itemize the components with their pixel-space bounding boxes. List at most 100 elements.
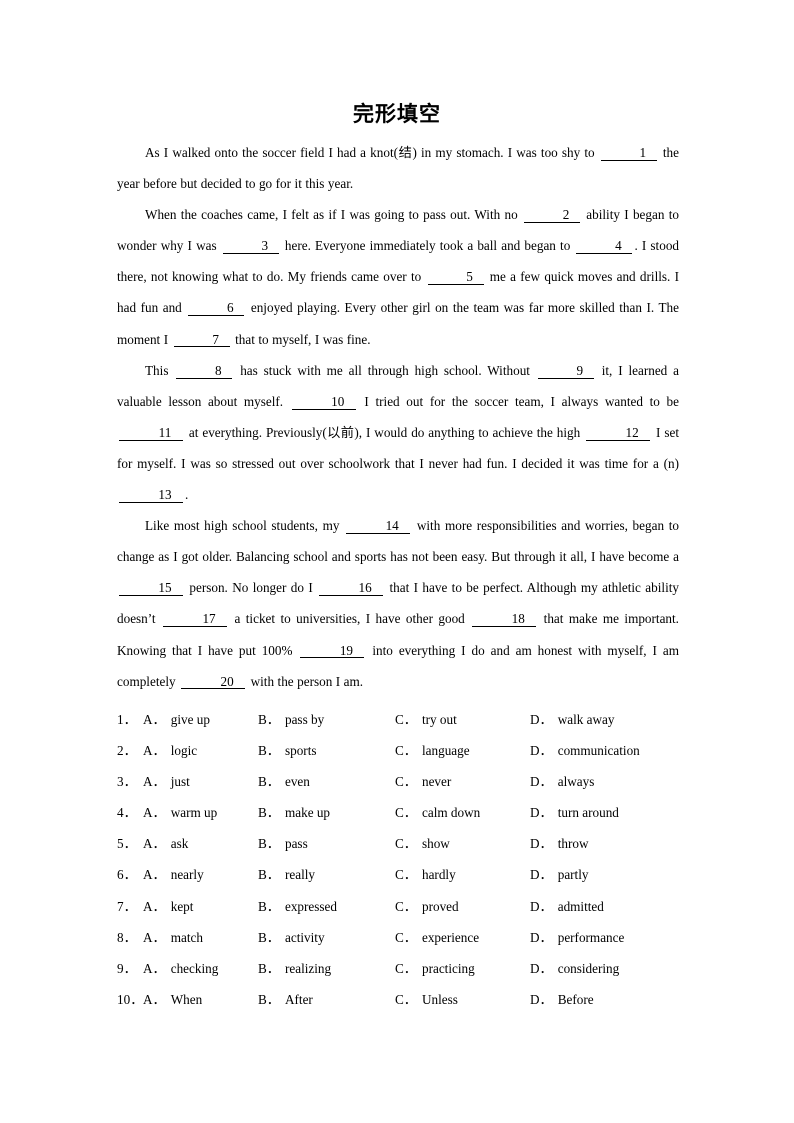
answer-blank[interactable]: 19 <box>300 643 365 659</box>
answer-blank[interactable]: 16 <box>319 581 384 597</box>
answer-blank[interactable]: 18 <box>472 612 537 628</box>
answer-choice[interactable]: A． checking <box>143 953 218 984</box>
answer-choice[interactable]: C． calm down <box>395 797 480 828</box>
answer-blank[interactable]: 10 <box>291 394 356 410</box>
answer-choice[interactable]: C． experience <box>395 922 479 953</box>
answer-blank[interactable]: 8 <box>176 363 233 379</box>
passage-text: Like most high school students, my <box>145 518 345 534</box>
answer-choice[interactable]: A． match <box>143 922 203 953</box>
choice-text: considering <box>557 960 620 976</box>
answer-choice[interactable]: B． make up <box>258 797 330 828</box>
choice-letter: D． <box>530 712 553 727</box>
answer-choice[interactable]: A． When <box>143 984 202 1015</box>
answer-choice[interactable]: D． Before <box>530 984 594 1015</box>
answer-choice[interactable]: A． warm up <box>143 797 217 828</box>
answer-blank[interactable]: 4 <box>576 239 633 255</box>
answer-choice[interactable]: D． admitted <box>530 891 604 922</box>
answer-choice[interactable]: C． Unless <box>395 984 458 1015</box>
answer-choice[interactable]: B． even <box>258 766 310 797</box>
answer-choice[interactable]: A． logic <box>143 735 197 766</box>
choice-text: calm down <box>421 805 481 821</box>
choice-letter: A． <box>143 805 166 821</box>
answer-choice[interactable]: D． partly <box>530 859 588 890</box>
answer-choice[interactable]: C． never <box>395 766 451 797</box>
answer-choice[interactable]: B． pass <box>258 828 308 859</box>
answer-blank[interactable]: 6 <box>188 301 245 317</box>
answer-blank[interactable]: 3 <box>222 239 279 255</box>
choice-text: try out <box>421 712 457 727</box>
question-number: 4． <box>117 805 137 821</box>
answer-choice[interactable]: A． just <box>143 766 190 797</box>
answer-choice[interactable]: A． nearly <box>143 859 204 890</box>
choice-letter: D． <box>530 743 553 759</box>
passage-text: has stuck with me all through high schoo… <box>234 362 536 378</box>
answer-blank[interactable]: 2 <box>523 208 580 224</box>
question-number: 8． <box>117 929 137 945</box>
answer-choice[interactable]: B． After <box>258 984 313 1015</box>
answer-blank[interactable]: 12 <box>586 425 651 441</box>
choice-text: Unless <box>421 991 458 1007</box>
answer-choice[interactable]: A． give up <box>143 704 210 735</box>
passage-text: I tried out for the soccer team, I alway… <box>357 393 679 409</box>
choice-text: activity <box>284 929 325 945</box>
answer-choice[interactable]: C． show <box>395 828 450 859</box>
answer-choice[interactable]: D． turn around <box>530 797 619 828</box>
choice-text: pass by <box>284 712 325 727</box>
answer-blank[interactable]: 20 <box>181 674 246 690</box>
answer-blank[interactable]: 1 <box>600 146 657 161</box>
choice-text: always <box>557 774 595 790</box>
choice-letter: C． <box>395 774 417 790</box>
page-title: 完形填空 <box>353 101 441 126</box>
question-row: 3． A． just B． even C． never D． always <box>117 766 697 797</box>
choice-text: give up <box>170 712 210 727</box>
choice-letter: C． <box>395 836 417 852</box>
answer-choice[interactable]: D． considering <box>530 953 619 984</box>
answer-choice[interactable]: B． pass by <box>258 704 324 735</box>
choice-letter: A． <box>143 712 166 727</box>
answer-choice[interactable]: C． language <box>395 735 470 766</box>
answer-choice[interactable]: B． realizing <box>258 953 331 984</box>
choice-letter: C． <box>395 867 417 883</box>
question-number: 2． <box>117 743 137 759</box>
answer-choice[interactable]: B． really <box>258 859 315 890</box>
answer-choice[interactable]: C． hardly <box>395 859 456 890</box>
answer-choice[interactable]: D． always <box>530 766 594 797</box>
answer-choice[interactable]: C． proved <box>395 891 459 922</box>
passage-paragraph: Like most high school students, my 14 wi… <box>117 510 679 697</box>
answer-choice[interactable]: B． sports <box>258 735 317 766</box>
answer-choice[interactable]: B． activity <box>258 922 325 953</box>
answer-choice[interactable]: A． ask <box>143 828 188 859</box>
passage-text: This <box>145 362 175 378</box>
answer-choice[interactable]: A． kept <box>143 891 193 922</box>
answer-choice[interactable]: D． walk away <box>530 704 614 735</box>
choice-text: show <box>421 836 450 852</box>
choice-text: nearly <box>170 867 204 883</box>
choice-letter: B． <box>258 929 280 945</box>
answer-blank[interactable]: 7 <box>173 332 230 348</box>
answer-choice[interactable]: D． throw <box>530 828 589 859</box>
choice-text: just <box>170 774 190 790</box>
choice-text: language <box>421 743 470 759</box>
answer-choice[interactable]: C． try out <box>395 704 457 735</box>
choice-letter: A． <box>143 929 166 945</box>
answer-blank[interactable]: 14 <box>346 519 411 534</box>
answer-choice[interactable]: D． performance <box>530 922 624 953</box>
answer-blank[interactable]: 15 <box>119 581 183 597</box>
answer-choice[interactable]: D． communication <box>530 735 640 766</box>
answer-blank[interactable]: 17 <box>163 612 228 628</box>
answer-choice[interactable]: C． practicing <box>395 953 475 984</box>
choice-text: proved <box>421 898 459 914</box>
choice-text: warm up <box>170 805 218 821</box>
choice-letter: B． <box>258 898 280 914</box>
answer-blank[interactable]: 13 <box>119 488 183 503</box>
answer-blank[interactable]: 5 <box>427 270 484 286</box>
passage-text: a ticket to universities, I have other g… <box>229 611 471 627</box>
answer-blank[interactable]: 9 <box>537 363 594 379</box>
answer-choice[interactable]: B． expressed <box>258 891 337 922</box>
choice-text: pass <box>284 836 308 852</box>
options-list: 1． A． give up B． pass by C． try out D． walk away… <box>117 704 697 1015</box>
choice-text: expressed <box>284 898 337 914</box>
passage-text: with the person I am. <box>247 673 364 689</box>
choice-text: logic <box>170 743 198 759</box>
answer-blank[interactable]: 11 <box>119 425 183 441</box>
